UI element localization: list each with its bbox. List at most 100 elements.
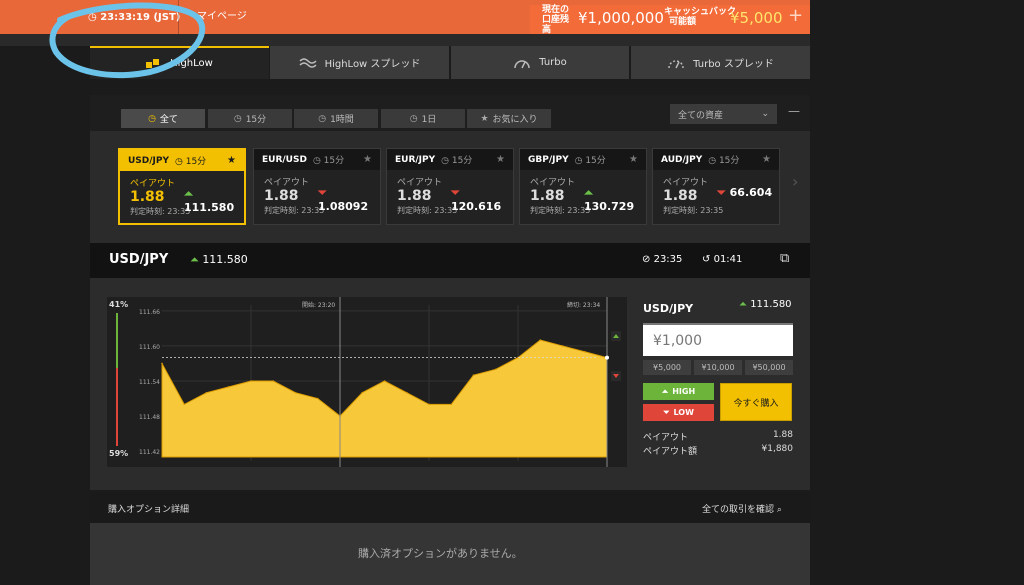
card-head: GBP/JPY ◷ 15分 ★: [520, 149, 646, 170]
sentiment-gauge: 41% 59%: [109, 297, 128, 467]
selected-pair: USD/JPY: [109, 252, 169, 267]
price-point: [316, 397, 319, 400]
purchased-options-bar: 購入オプション詳細 全ての取引を確認 ⌕: [90, 492, 810, 523]
price-point: [583, 350, 586, 353]
price-chart: 111.66111.60111.54111.48111.4223:1523:20…: [107, 297, 627, 477]
filter-label: 全て: [159, 115, 178, 125]
price-point: [472, 374, 475, 376]
filter-tab-all[interactable]: ◷ 全て: [121, 109, 205, 128]
payout-amount-label: ペイアウト額: [643, 447, 698, 457]
purchased-title: 購入オプション詳細: [108, 505, 190, 515]
price-point: [405, 391, 408, 394]
payout-label: ペイアウト: [643, 433, 689, 443]
balance-value: ¥1,000,000: [578, 9, 664, 27]
price-point: [450, 403, 453, 406]
arrow-down-icon: ⏷: [663, 407, 670, 417]
chevron-right-icon[interactable]: ›: [792, 172, 798, 191]
price-point: [183, 403, 186, 406]
filter-tab-1hour[interactable]: ◷ 1時間: [294, 109, 378, 128]
remaining-time-value: 01:41: [713, 254, 743, 265]
quick-amount-10000[interactable]: ¥10,000: [694, 360, 742, 375]
asset-select[interactable]: 全ての資産 ⌄: [670, 104, 777, 124]
low-label: LOW: [673, 408, 694, 417]
buy-now-button[interactable]: 今すぐ購入: [720, 383, 792, 421]
balance-label-line: 現在の: [542, 5, 570, 15]
low-button[interactable]: ⏷ LOW: [643, 404, 714, 421]
filter-label: 1日: [421, 115, 437, 125]
filter-tab-15min[interactable]: ◷ 15分: [208, 109, 292, 128]
asset-card-audjpy[interactable]: AUD/JPY ◷ 15分 ★ ペイアウト 1.88 ⏷ 66.604 判定時刻…: [652, 148, 780, 225]
price-point: [227, 386, 230, 388]
star-icon[interactable]: ★: [762, 154, 771, 165]
arrow-down-icon: ⏷: [451, 186, 460, 199]
payout-value: 1.88: [772, 430, 793, 440]
tab-turbo[interactable]: Turbo: [451, 46, 629, 79]
card-timer: ◷ 15分: [708, 156, 740, 166]
y-tick-label: 111.60: [139, 344, 160, 351]
y-tick-label: 111.66: [139, 309, 160, 316]
price-point: [250, 380, 252, 382]
arrow-down-icon: ⏷: [717, 186, 726, 199]
payout-amount-row: ペイアウト額 ¥1,880: [643, 444, 793, 457]
card-rate-value: 120.616: [451, 200, 502, 213]
filter-label: お気に入り: [492, 115, 538, 125]
asset-card-gbpjpy[interactable]: GBP/JPY ◷ 15分 ★ ペイアウト 1.88 ⏶ 130.729 判定時…: [519, 148, 647, 225]
star-icon[interactable]: ★: [629, 154, 638, 165]
highlight-circle-annotation: [49, 2, 206, 79]
expand-icon[interactable]: ⧉: [780, 251, 789, 266]
price-point: [561, 345, 564, 347]
asset-card-eurusd[interactable]: EUR/USD ◷ 15分 ★ ペイアウト 1.88 ⏷ 1.08092 判定時…: [253, 148, 381, 225]
order-panel: USD/JPY ⏶ 111.580: [643, 297, 793, 316]
y-tick-label: 111.48: [139, 414, 160, 421]
quick-amount-50000[interactable]: ¥50,000: [745, 360, 793, 375]
card-rate-value: 1.08092: [318, 200, 369, 213]
amount-input[interactable]: ¥1,000: [643, 323, 793, 356]
filter-tab-favorites[interactable]: ★ お気に入り: [467, 109, 551, 128]
balance-label: 現在の 口座残 高: [542, 5, 569, 35]
tab-highlow-spread[interactable]: HighLow スプレッド: [270, 46, 449, 79]
filter-tab-1day[interactable]: ◷ 1日: [381, 109, 465, 128]
arrow-up-icon: ⏶: [661, 386, 669, 396]
high-label: HIGH: [672, 387, 696, 396]
gauge-low-bar: [116, 367, 118, 446]
price-point: [361, 391, 364, 394]
tab-turbo-spread[interactable]: Turbo スプレッド: [631, 46, 810, 79]
card-timer: ◷ 15分: [574, 156, 606, 166]
star-icon[interactable]: ★: [496, 154, 505, 165]
purchased-options-list: 購入済オプションがありません。: [90, 523, 810, 585]
balance-label-line: 口座残: [542, 15, 570, 25]
high-button[interactable]: ⏶ HIGH: [643, 383, 714, 400]
minimize-icon[interactable]: —: [788, 104, 800, 118]
empty-message: 購入済オプションがありません。: [358, 547, 523, 560]
clock-icon: ◷: [409, 113, 418, 124]
card-pair: EUR/JPY: [395, 154, 436, 165]
cashback-label: キャッシュバック 可能額: [664, 7, 736, 27]
all-trades-label: 全ての取引を確認: [702, 505, 775, 515]
card-timer: ◷ 15分: [312, 156, 345, 166]
card-timer-text: 15分: [718, 156, 740, 166]
price-point: [272, 380, 275, 382]
speedometer-icon: [514, 59, 530, 68]
star-icon[interactable]: ★: [363, 154, 372, 165]
card-head: USD/JPY ◷ 15分 ★: [120, 150, 244, 171]
card-body: ペイアウト 1.88 ⏷ 120.616 判定時刻: 23:35: [387, 170, 513, 224]
card-body: ペイアウト 1.88 ⏶ 130.729 判定時刻: 23:35: [520, 170, 646, 224]
filter-label: 15分: [245, 115, 267, 125]
card-pair: USD/JPY: [128, 155, 170, 166]
card-body: ペイアウト 1.88 ⏶ 111.580 判定時刻: 23:35: [120, 171, 244, 225]
price-point: [205, 391, 208, 394]
selected-rate-value: 111.580: [202, 253, 248, 266]
asset-card-usdjpy[interactable]: USD/JPY ◷ 15分 ★ ペイアウト 1.88 ⏶ 111.580 判定時…: [118, 148, 246, 225]
card-body: ペイアウト 1.88 ⏷ 66.604 判定時刻: 23:35: [653, 170, 779, 224]
asset-card-eurjpy[interactable]: EUR/JPY ◷ 15分 ★ ペイアウト 1.88 ⏷ 120.616 判定時…: [386, 148, 514, 225]
plus-icon[interactable]: +: [788, 5, 803, 26]
card-body: ペイアウト 1.88 ⏷ 1.08092 判定時刻: 23:35: [254, 170, 380, 224]
card-head: AUD/JPY ◷ 15分 ★: [653, 149, 779, 170]
star-icon[interactable]: ★: [227, 155, 236, 166]
quick-amount-5000[interactable]: ¥5,000: [643, 360, 691, 375]
card-rate: ⏶ 130.729: [584, 186, 646, 213]
all-trades-link[interactable]: 全ての取引を確認 ⌕: [702, 502, 782, 515]
price-point: [294, 391, 297, 394]
card-pair: GBP/JPY: [528, 154, 569, 165]
history-icon: ↺: [702, 254, 711, 265]
